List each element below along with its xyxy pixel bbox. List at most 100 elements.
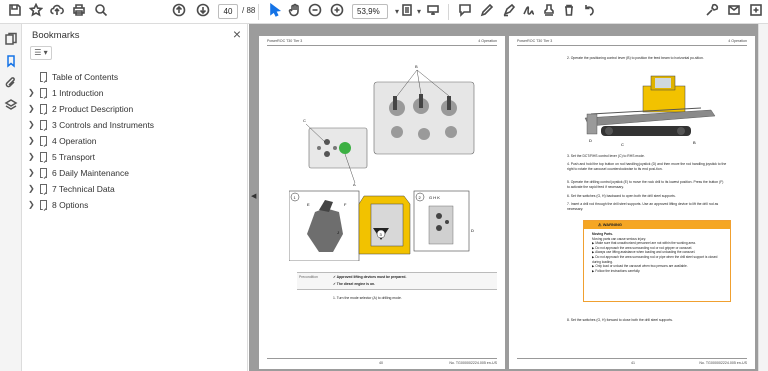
save-icon[interactable] <box>6 3 24 21</box>
svg-text:D: D <box>471 228 474 233</box>
pen-icon[interactable] <box>478 3 496 21</box>
bookmark-icon <box>40 88 47 98</box>
bookmark-item[interactable]: ❯ 7 Technical Data <box>22 182 248 196</box>
email-icon[interactable] <box>725 3 743 21</box>
operator-panel-illustration: B C A 1 E FJ 3 2 G H K D <box>289 64 475 261</box>
bookmark-item[interactable]: ❯ 6 Daily Maintenance <box>22 166 248 180</box>
bookmark-panel-icon[interactable] <box>4 54 18 68</box>
zoom-value: 53,9% <box>357 7 380 16</box>
page-down-icon[interactable] <box>194 3 212 21</box>
tools-icon[interactable] <box>703 3 721 21</box>
chevron-right-icon[interactable]: ❯ <box>28 182 35 196</box>
chevron-right-icon[interactable]: ❯ <box>28 86 35 100</box>
close-icon[interactable]: × <box>233 26 241 42</box>
bookmark-item[interactable]: Table of Contents <box>22 70 248 84</box>
pdf-page-left: PowerROC T30 Tier 3 4 Operation B C A 1 … <box>259 36 505 369</box>
bookmark-label: 5 Transport <box>52 152 95 162</box>
warning-item-text: Do not approach the area surrounding rod… <box>595 245 693 250</box>
warning-item: ▶ Follow the instructions carefully. <box>592 268 641 273</box>
attachment-icon[interactable] <box>4 76 18 90</box>
scroll-mode-icon[interactable] <box>424 3 442 21</box>
chevron-right-icon[interactable]: ❯ <box>28 166 35 180</box>
stamp-icon[interactable] <box>540 3 558 21</box>
footer-rule <box>267 358 497 359</box>
warning-item-text: Always use lifting assistance when loadi… <box>595 250 696 255</box>
bookmark-item[interactable]: ❯ 8 Options <box>22 198 248 212</box>
bookmark-label: 6 Daily Maintenance <box>52 168 130 178</box>
warning-item-text: Follow the instructions carefully. <box>595 268 641 273</box>
warning-title: WARNING <box>602 222 623 227</box>
bookmark-item[interactable]: ❯ 3 Controls and Instruments <box>22 118 248 132</box>
bookmark-icon <box>40 136 47 146</box>
print-icon[interactable] <box>70 3 88 21</box>
bookmarks-panel: Bookmarks × ☰ ▾ Table of Contents ❯ 1 In… <box>22 24 248 371</box>
highlight-icon[interactable] <box>500 3 518 21</box>
right-side-rail[interactable] <box>758 24 768 371</box>
bookmarks-title: Bookmarks <box>32 30 80 41</box>
bookmark-item[interactable]: ❯ 2 Product Description <box>22 102 248 116</box>
svg-text:D: D <box>589 138 592 143</box>
zoom-in-icon[interactable] <box>328 3 346 21</box>
page-number: 41 <box>631 361 635 365</box>
bookmark-icon <box>40 104 47 114</box>
bookmark-label: Table of Contents <box>52 72 119 82</box>
star-icon[interactable] <box>27 2 45 21</box>
warning-header: ⚠ WARNING <box>584 221 730 229</box>
search-icon[interactable] <box>92 3 110 21</box>
doc-ref: No. TG000002224.005 en-US <box>699 361 747 365</box>
step-7-text: 7. Insert a drill rod through the drill … <box>567 202 719 211</box>
bookmark-item[interactable]: ❯ 1 Introduction <box>22 86 248 100</box>
undo-icon[interactable] <box>580 3 598 21</box>
step-3-text: 3. Set the DCT/RHS control lever (C) to … <box>567 154 645 158</box>
bookmark-options-button[interactable]: ☰ ▾ <box>30 46 52 60</box>
layers-icon[interactable] <box>4 98 18 112</box>
precondition-2-text: The diesel engine is on. <box>336 282 376 286</box>
bookmark-icon <box>40 152 47 162</box>
document-viewer[interactable]: ◀ ▶ PowerROC T30 Tier 3 4 Operation B C … <box>249 24 758 371</box>
chevron-right-icon[interactable]: ❯ <box>28 134 35 148</box>
bookmark-icon <box>40 120 47 130</box>
toolbar-divider <box>258 4 259 20</box>
zoom-out-icon[interactable] <box>306 3 324 21</box>
step-1-text: 1. Turn the mode selector (A) to drillin… <box>333 296 402 300</box>
bookmark-item[interactable]: ❯ 4 Operation <box>22 134 248 148</box>
warning-body: Moving Parts. Moving parts can cause ser… <box>584 229 730 276</box>
bookmark-label: 8 Options <box>52 200 89 210</box>
comment-icon[interactable] <box>456 3 474 21</box>
page-up-icon[interactable] <box>170 3 188 21</box>
delete-icon[interactable] <box>560 3 578 21</box>
footer-rule <box>517 358 747 359</box>
chevron-right-icon[interactable]: ❯ <box>28 118 35 132</box>
cloud-upload-icon[interactable] <box>48 3 66 21</box>
sign-icon[interactable] <box>520 3 538 21</box>
step-4-text: 4. Push and hold the top button on rod h… <box>567 162 727 171</box>
main-toolbar: / 88 53,9% ▾ ▾ <box>0 0 768 24</box>
bookmark-icon <box>40 168 47 178</box>
precondition-label: Precondition <box>299 275 318 279</box>
zoom-level-input[interactable]: 53,9% <box>352 4 388 19</box>
doc-ref: No. TG000002224.005 en-US <box>449 361 497 365</box>
warning-item-text: Only load or unload the carousel when tw… <box>595 264 688 269</box>
warning-item: ▶ Do not approach the area surrounding r… <box>592 254 718 264</box>
page-number-input[interactable] <box>218 4 238 19</box>
precondition-box: Precondition ✓ Approved lifting devices … <box>297 272 497 290</box>
bookmark-icon <box>40 72 47 82</box>
toolbar-divider <box>448 4 449 20</box>
more-icon[interactable] <box>747 3 765 21</box>
collapse-left-panel-icon[interactable]: ◀ <box>251 192 256 200</box>
pages-thumbnail-icon[interactable] <box>4 32 18 46</box>
select-cursor-icon[interactable] <box>266 2 284 21</box>
svg-text:B: B <box>415 64 418 69</box>
chevron-right-icon[interactable]: ❯ <box>28 150 35 164</box>
page-header-left: PowerROC T30 Tier 3 <box>267 39 303 43</box>
step-2-text: 2. Operate the positioning control lever… <box>567 56 704 60</box>
bookmark-label: 4 Operation <box>52 136 97 146</box>
chevron-right-icon[interactable]: ❯ <box>28 198 35 212</box>
bookmark-label: 2 Product Description <box>52 104 134 114</box>
chevron-right-icon[interactable]: ❯ <box>28 102 35 116</box>
hand-icon[interactable] <box>286 3 304 21</box>
warning-item-text: Make sure that unauthorized personnel ar… <box>595 241 696 246</box>
bookmark-item[interactable]: ❯ 5 Transport <box>22 150 248 164</box>
svg-text:A: A <box>353 182 356 187</box>
precondition-1-text: Approved lifting devices must be prepare… <box>336 275 407 279</box>
